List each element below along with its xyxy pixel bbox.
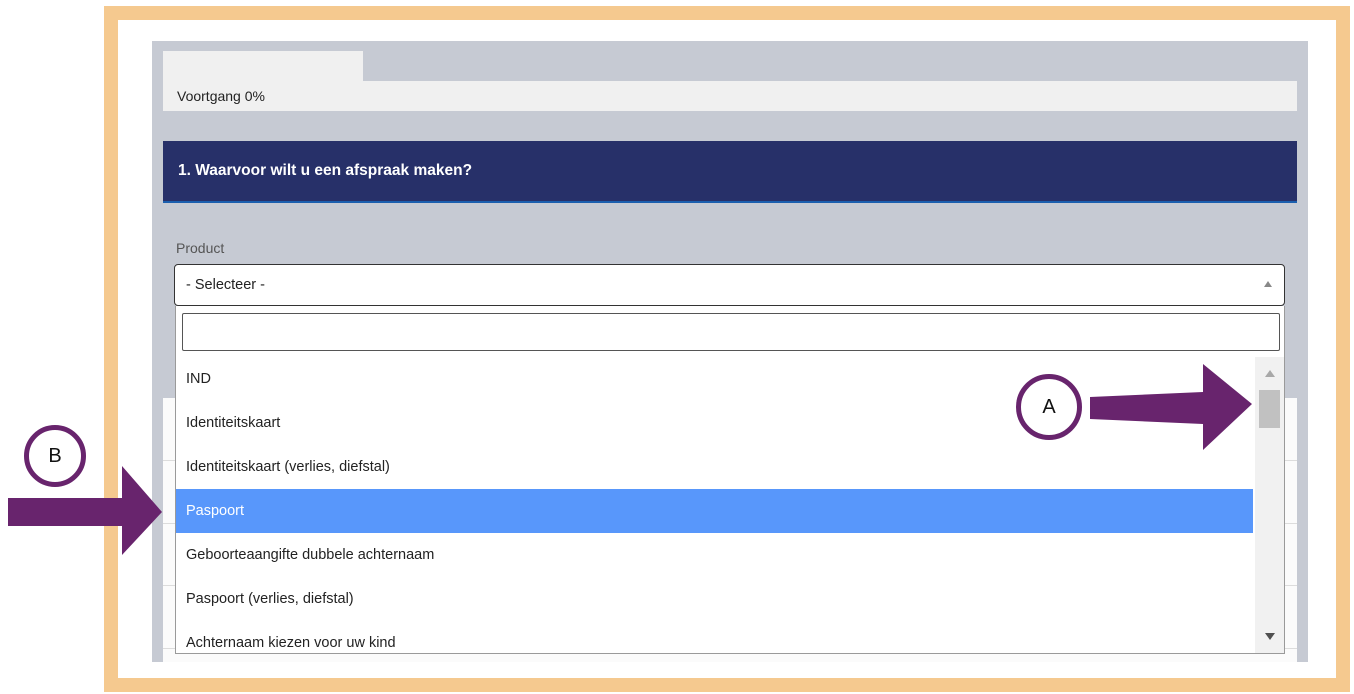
annotation-marker-a: A (1016, 374, 1082, 440)
arrow-a-icon (1090, 364, 1252, 450)
annotation-marker-b: B (24, 425, 86, 487)
annotation-arrows (8, 364, 1252, 555)
arrow-b-icon (8, 466, 162, 555)
